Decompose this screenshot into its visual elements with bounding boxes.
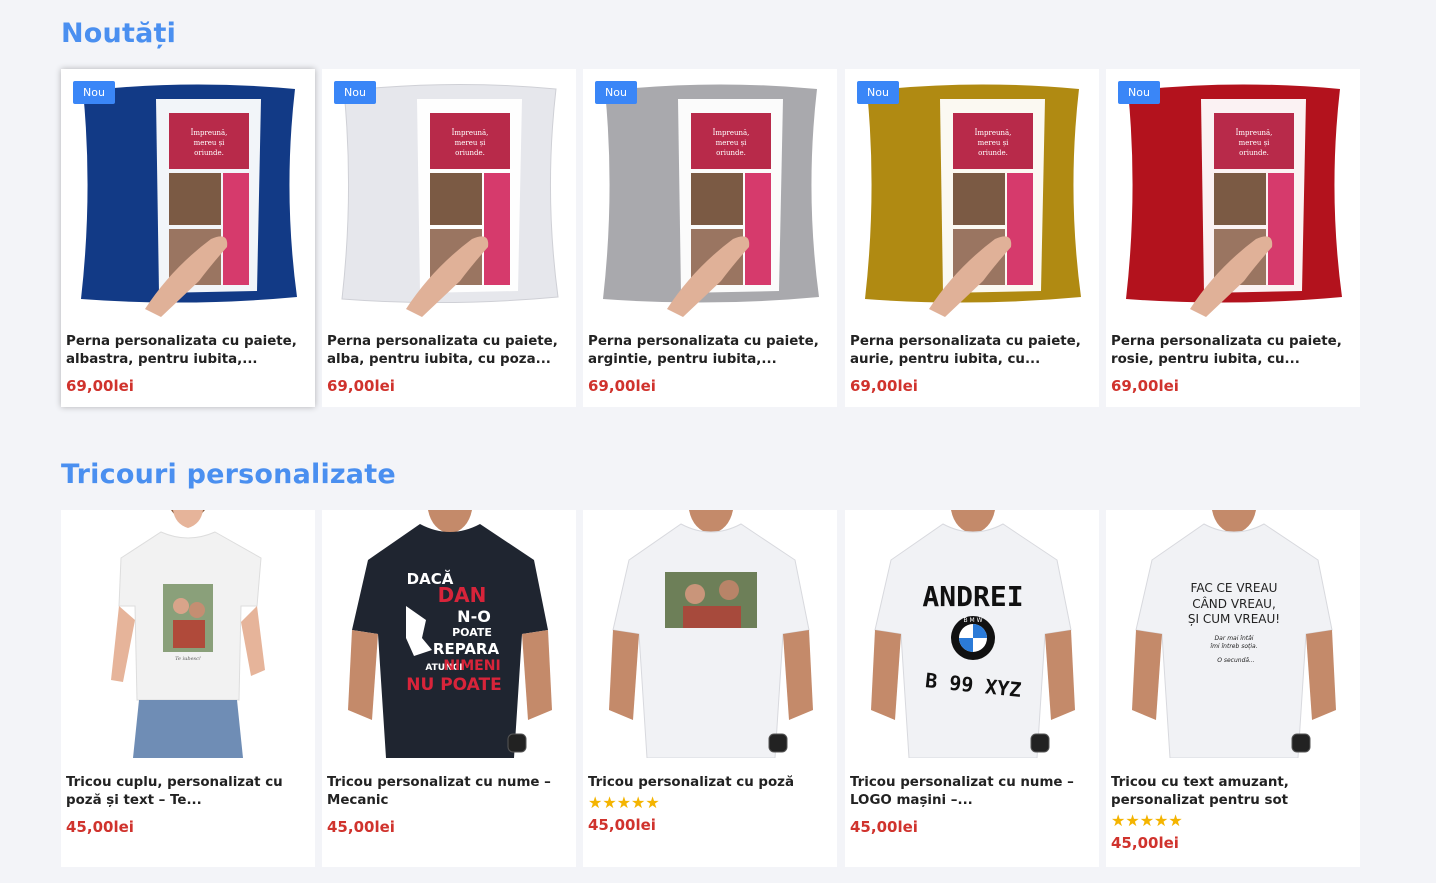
svg-text:mereu și: mereu și [716, 139, 748, 147]
svg-text:Împreună,: Împreună, [975, 128, 1012, 137]
svg-text:Dar mai întâi: Dar mai întâi [1215, 635, 1254, 642]
svg-text:Împreună,: Împreună, [1236, 128, 1273, 137]
svg-text:oriunde.: oriunde. [455, 149, 485, 157]
svg-text:REPARA: REPARA [433, 640, 500, 658]
svg-text:mereu și: mereu și [194, 139, 226, 147]
svg-text:oriunde.: oriunde. [194, 149, 224, 157]
svg-text:DAN: DAN [438, 583, 487, 607]
product-price: 69,00lei [327, 377, 395, 395]
svg-text:POATE: POATE [452, 626, 492, 639]
product-title[interactable]: Tricou personalizat cu nume – Mecanic [327, 774, 571, 810]
product-card[interactable]: DACĂ DAN N-O POATE REPARA ATUNCI NIMENI … [322, 510, 576, 867]
new-badge: Nou [334, 81, 376, 104]
shirt-print-text: FAC CE VREAU [1191, 581, 1278, 595]
product-image[interactable]: Împreună, mereu și oriunde. Nou [845, 69, 1099, 317]
pillow-print-text: Împreună, [191, 128, 228, 137]
product-price: 69,00lei [850, 377, 918, 395]
product-card[interactable]: ANDREI B M W B 99 XYZ Tricou personaliza… [845, 510, 1099, 867]
svg-text:ȘI CUM VREAU!: ȘI CUM VREAU! [1188, 612, 1280, 626]
new-badge: Nou [1118, 81, 1160, 104]
svg-text:oriunde.: oriunde. [1239, 149, 1269, 157]
section-title-tricouri: Tricouri personalizate [61, 459, 396, 490]
product-price: 45,00lei [1111, 834, 1179, 852]
svg-text:CÂND VREAU,: CÂND VREAU, [1192, 596, 1276, 611]
svg-text:mereu și: mereu și [978, 139, 1010, 147]
product-title[interactable]: Perna personalizata cu paiete, argintie,… [588, 333, 832, 369]
product-image[interactable] [583, 510, 837, 758]
svg-text:oriunde.: oriunde. [978, 149, 1008, 157]
product-title[interactable]: Perna personalizata cu paiete, alba, pen… [327, 333, 571, 369]
shirt-print-text: ANDREI [922, 580, 1023, 613]
svg-text:O secundă...: O secundă... [1217, 657, 1255, 664]
product-price: 45,00lei [588, 816, 656, 834]
product-price: 69,00lei [588, 377, 656, 395]
product-image[interactable]: DACĂ DAN N-O POATE REPARA ATUNCI NIMENI … [322, 510, 576, 758]
product-card[interactable]: Împreună, mereu și oriunde. Nou Perna pe… [61, 69, 315, 407]
svg-text:NU POATE: NU POATE [406, 675, 501, 695]
svg-text:mereu și: mereu și [455, 139, 487, 147]
product-image[interactable]: Împreună, mereu și oriunde. Nou [322, 69, 576, 317]
product-price: 69,00lei [66, 377, 134, 395]
rating-stars: ★★★★★ [588, 795, 660, 812]
product-card[interactable]: FAC CE VREAU CÂND VREAU, ȘI CUM VREAU! D… [1106, 510, 1360, 867]
svg-text:Împreună,: Împreună, [452, 128, 489, 137]
svg-text:mereu și: mereu și [1239, 139, 1271, 147]
product-card[interactable]: Împreună, mereu și oriunde. Nou Perna pe… [583, 69, 837, 407]
product-title[interactable]: Perna personalizata cu paiete, aurie, pe… [850, 333, 1094, 369]
svg-text:NIMENI: NIMENI [443, 658, 500, 674]
product-image[interactable]: FAC CE VREAU CÂND VREAU, ȘI CUM VREAU! D… [1106, 510, 1360, 758]
product-image[interactable]: Te iubesc! [61, 510, 315, 758]
svg-text:Te iubesc!: Te iubesc! [175, 656, 201, 662]
product-image[interactable]: Împreună, mereu și oriunde. Nou [61, 69, 315, 317]
product-title[interactable]: Tricou personalizat cu nume – LOGO mașin… [850, 774, 1094, 810]
product-price: 45,00lei [66, 818, 134, 836]
product-price: 45,00lei [327, 818, 395, 836]
new-badge: Nou [857, 81, 899, 104]
new-badge: Nou [595, 81, 637, 104]
product-card[interactable]: Împreună, mereu și oriunde. Nou Perna pe… [1106, 69, 1360, 407]
product-title[interactable]: Tricou personalizat cu poză [588, 774, 832, 792]
product-title[interactable]: Perna personalizata cu paiete, rosie, pe… [1111, 333, 1355, 369]
product-title[interactable]: Tricou cu text amuzant, personalizat pen… [1111, 774, 1355, 810]
product-price: 69,00lei [1111, 377, 1179, 395]
product-title[interactable]: Tricou cuplu, personalizat cu poză și te… [66, 774, 310, 810]
svg-text:îmi întreb soția.: îmi întreb soția. [1210, 643, 1257, 650]
product-card[interactable]: Tricou personalizat cu poză ★★★★★ 45,00l… [583, 510, 837, 867]
product-image[interactable]: ANDREI B M W B 99 XYZ [845, 510, 1099, 758]
svg-text:B M W: B M W [963, 617, 982, 624]
product-title[interactable]: Perna personalizata cu paiete, albastra,… [66, 333, 310, 369]
bmw-logo: B M W [951, 616, 995, 660]
section-title-noutati: Noutăți [61, 18, 177, 49]
svg-text:N-O: N-O [457, 607, 491, 626]
rating-stars: ★★★★★ [1111, 813, 1183, 830]
product-card[interactable]: Te iubesc! Tricou cuplu, personalizat cu… [61, 510, 315, 867]
product-price: 45,00lei [850, 818, 918, 836]
new-badge: Nou [73, 81, 115, 104]
product-card[interactable]: Împreună, mereu și oriunde. Nou Perna pe… [322, 69, 576, 407]
product-image[interactable]: Împreună, mereu și oriunde. Nou [583, 69, 837, 317]
svg-text:oriunde.: oriunde. [716, 149, 746, 157]
product-card[interactable]: Împreună, mereu și oriunde. Nou Perna pe… [845, 69, 1099, 407]
svg-text:Împreună,: Împreună, [713, 128, 750, 137]
product-image[interactable]: Împreună, mereu și oriunde. Nou [1106, 69, 1360, 317]
